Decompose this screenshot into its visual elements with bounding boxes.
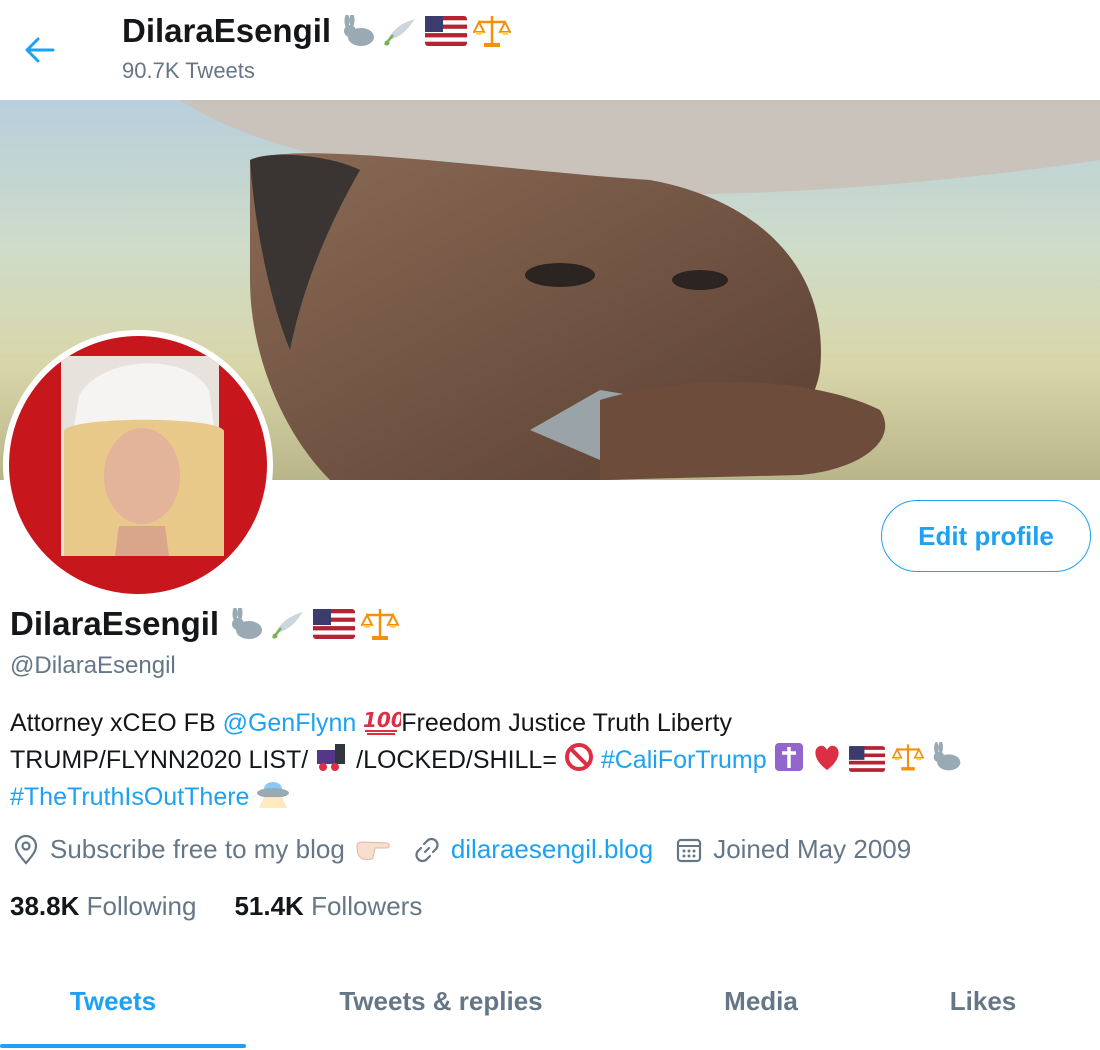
joined-text: Joined May 2009 (713, 834, 912, 864)
tab-tweets-and-replies[interactable]: Tweets & replies (226, 960, 656, 1042)
us-flag-icon (425, 16, 468, 46)
profile-handle: @DilaraEsengil (10, 652, 176, 679)
heart-icon (814, 745, 839, 770)
ufo-icon (257, 782, 290, 808)
header-name: DilaraEsengil (122, 12, 332, 49)
pointing-hand-icon (356, 840, 390, 860)
header-emojis (341, 14, 512, 48)
bio-text: /LOCKED/SHILL= (356, 746, 557, 774)
bio-text: TRUMP/FLYNN2020 LIST/ (10, 746, 309, 774)
joined-item: Joined May 2009 (675, 834, 911, 865)
website-link[interactable]: dilaraesengil.blog (451, 834, 653, 865)
website-item[interactable]: dilaraesengil.blog (413, 834, 653, 865)
profile-display-name: DilaraEsengil (10, 605, 400, 643)
top-bar: DilaraEsengil 90.7K Tweets (0, 0, 1100, 100)
location-icon (14, 834, 38, 865)
scales-icon (892, 744, 925, 771)
mention-link[interactable]: @GenFlynn (223, 709, 357, 737)
tab-media[interactable]: Media (656, 960, 866, 1042)
link-icon (415, 837, 439, 862)
profile-bio: Attorney xCEO FB @GenFlynn 100 Freedom Ju… (10, 705, 1090, 816)
bio-line-3: #TheTruthIsOutThere (10, 779, 1090, 816)
train-icon (317, 744, 346, 771)
bio-text: Attorney xCEO FB (10, 709, 223, 737)
hashtag-the-truth-is-out-there[interactable]: #TheTruthIsOutThere (10, 783, 249, 811)
cross-icon (774, 743, 803, 771)
edit-profile-button[interactable]: Edit profile (881, 500, 1091, 572)
following-link[interactable]: 38.8K Following (10, 891, 196, 922)
rabbit-icon (934, 742, 961, 771)
location-item: Subscribe free to my blog (12, 834, 391, 865)
no-entry-icon (564, 743, 593, 771)
profile-meta: Subscribe free to my blog dilaraesengil.… (12, 834, 933, 865)
followers-link[interactable]: 51.4K Followers (234, 891, 422, 922)
back-button[interactable] (20, 30, 60, 70)
rabbit-icon (344, 15, 375, 46)
back-arrow-icon (25, 37, 55, 63)
display-name-text: DilaraEsengil (10, 605, 220, 642)
name-emojis (229, 607, 400, 641)
tab-tweets[interactable]: Tweets (0, 960, 226, 1042)
followers-label: Followers (311, 891, 423, 921)
follow-stats: 38.8K Following 51.4K Followers (10, 891, 460, 922)
dove-icon (384, 19, 416, 46)
calendar-icon (677, 838, 702, 862)
hashtag-cali-for-trump[interactable]: #CaliForTrump (601, 746, 767, 774)
bio-line-1: Attorney xCEO FB @GenFlynn 100 Freedom Ju… (10, 705, 1090, 742)
hundred-icon: 100 (363, 708, 401, 735)
location-text: Subscribe free to my blog (50, 834, 345, 864)
following-count: 38.8K (10, 891, 80, 921)
following-label: Following (86, 891, 197, 921)
scales-icon (473, 16, 512, 47)
bio-text: Freedom Justice Truth Liberty (401, 709, 732, 737)
profile-avatar[interactable] (3, 330, 273, 600)
rabbit-icon (232, 608, 263, 639)
tab-likes[interactable]: Likes (866, 960, 1100, 1042)
bio-line-2: TRUMP/FLYNN2020 LIST/ /LOCKED/SHILL= #Ca… (10, 742, 1090, 779)
avatar-image (9, 336, 267, 594)
tweet-count: 90.7K Tweets (122, 58, 255, 83)
profile-tabs: Tweets Tweets & replies Media Likes (0, 960, 1100, 1050)
followers-count: 51.4K (234, 891, 304, 921)
us-flag-icon (849, 746, 886, 772)
dove-icon (272, 612, 304, 639)
header-title: DilaraEsengil (122, 12, 512, 50)
svg-text:100: 100 (363, 708, 401, 732)
scales-icon (361, 609, 400, 640)
active-tab-indicator (0, 1044, 246, 1048)
us-flag-icon (313, 609, 356, 639)
